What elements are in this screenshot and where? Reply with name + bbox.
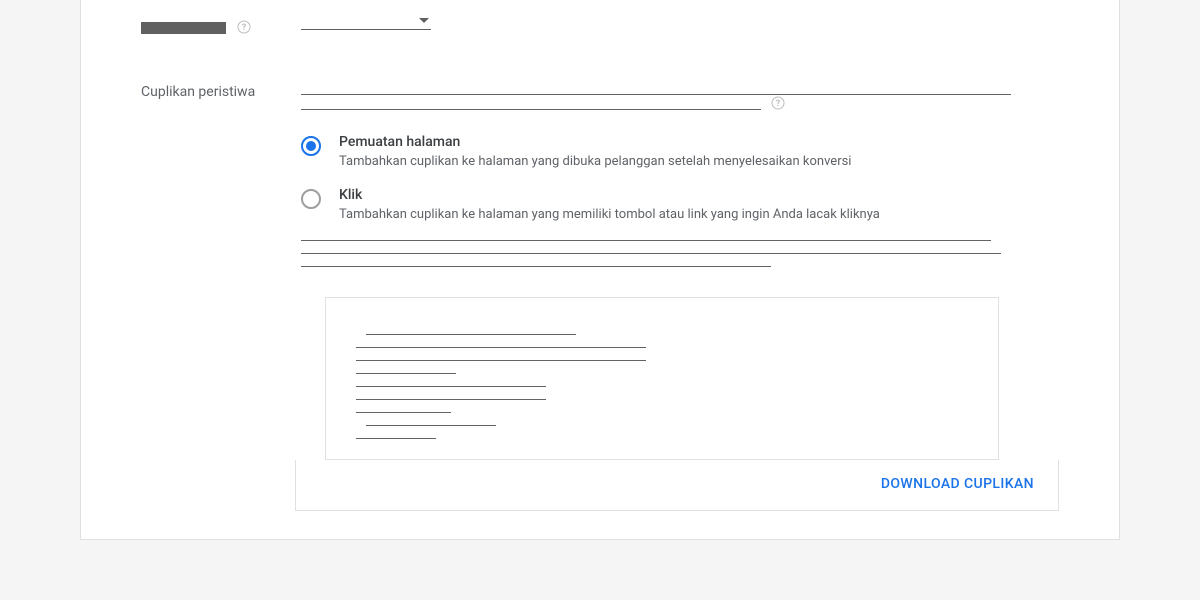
top-label: ? [141,18,301,38]
top-row: ? [81,0,1119,38]
help-icon[interactable]: ? [771,96,785,110]
radio-desc: Tambahkan cuplikan ke halaman yang dibuk… [339,154,851,169]
svg-text:?: ? [242,23,247,33]
snippet-actions: DOWNLOAD CUPLIKAN [295,460,1059,511]
radio-desc: Tambahkan cuplikan ke halaman yang memil… [339,207,880,222]
redacted-field-label [141,22,226,34]
event-snippet-label: Cuplikan peristiwa [141,84,255,100]
redacted-instructions [301,240,1029,267]
radio-indicator [301,189,321,209]
radio-title: Pemuatan halaman [339,134,851,150]
snippet-code-box[interactable] [325,297,999,460]
radio-indicator [301,136,321,156]
svg-text:?: ? [776,99,781,109]
event-snippet-row: Cuplikan peristiwa ? Pemu [81,72,1119,267]
radio-page-load[interactable]: Pemuatan halaman Tambahkan cuplikan ke h… [301,134,1029,169]
radio-dot-icon [306,141,316,151]
settings-panel: ? Cuplikan peristiwa ? [80,0,1120,540]
event-snippet-content: ? Pemuatan halaman Tambahkan cuplikan ke… [301,80,1089,267]
snippet-trigger-radio-group: Pemuatan halaman Tambahkan cuplikan ke h… [301,134,1029,222]
chevron-down-icon [419,18,429,23]
snippet-shell: DOWNLOAD CUPLIKAN [295,297,1059,511]
radio-title: Klik [339,187,880,203]
viewport: ? Cuplikan peristiwa ? [0,0,1200,570]
download-snippet-button[interactable]: DOWNLOAD CUPLIKAN [296,460,1058,510]
help-icon[interactable]: ? [237,20,251,34]
radio-click[interactable]: Klik Tambahkan cuplikan ke halaman yang … [301,187,1029,222]
redacted-intro-line-2 [301,109,761,110]
currency-select[interactable] [301,26,431,30]
top-field [301,18,1089,38]
